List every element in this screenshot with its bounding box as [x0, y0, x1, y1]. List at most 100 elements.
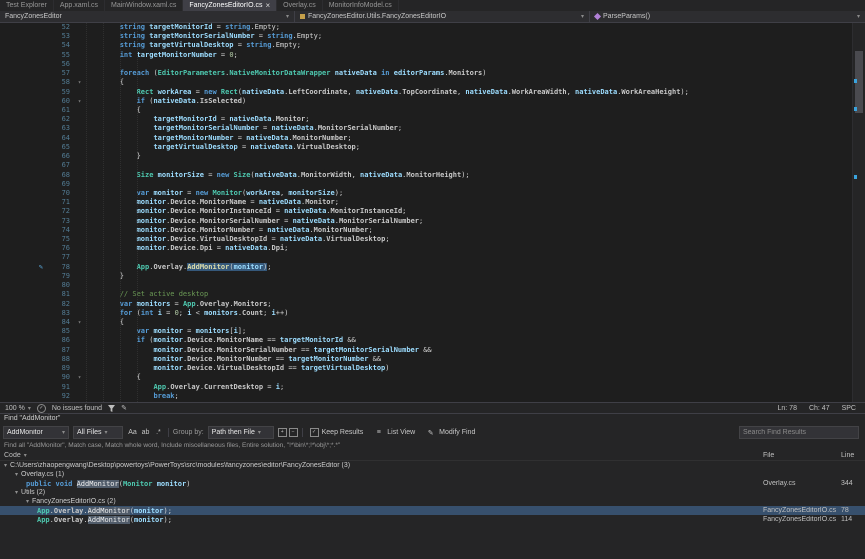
line-number[interactable]: 67 — [46, 161, 73, 170]
code-line[interactable]: targetMonitorNumber = nativeData.Monitor… — [86, 134, 865, 143]
code-line[interactable]: { — [86, 78, 865, 87]
breakpoint-margin[interactable] — [0, 272, 46, 281]
member-dropdown[interactable]: ParseParams() ▾ — [590, 11, 865, 22]
code-column-header[interactable]: Code ▾ — [0, 452, 763, 459]
code-line[interactable]: targetVirtualDesktop = nativeData.Virtua… — [86, 143, 865, 152]
line-number[interactable]: 74 — [46, 226, 73, 235]
line-number[interactable]: 81 — [46, 290, 73, 299]
fold-margin[interactable] — [73, 300, 86, 309]
code-line[interactable]: monitor.Device.VirtualDesktopId = native… — [86, 235, 865, 244]
keep-results-button[interactable]: ✓ Keep Results — [307, 428, 367, 437]
match-case-icon[interactable]: Aa — [127, 427, 138, 438]
breakpoint-margin[interactable] — [0, 346, 46, 355]
line-number[interactable]: 57 — [46, 69, 73, 78]
file-column-header[interactable]: File — [763, 452, 841, 459]
breakpoint-margin[interactable] — [0, 217, 46, 226]
breakpoint-margin[interactable]: ✎ — [0, 263, 46, 272]
line-number[interactable]: 89 — [46, 364, 73, 373]
fold-margin[interactable] — [73, 364, 86, 373]
find-result-row[interactable]: App.Overlay.AddMonitor(monitor);FancyZon… — [0, 515, 865, 524]
code-line[interactable]: { — [86, 106, 865, 115]
line-number[interactable]: 88 — [46, 355, 73, 364]
breakpoint-margin[interactable] — [0, 189, 46, 198]
breakpoint-margin[interactable] — [0, 281, 46, 290]
line-number[interactable]: 71 — [46, 198, 73, 207]
code-line[interactable]: { — [86, 373, 865, 382]
issues-status[interactable]: No issues found — [52, 405, 102, 412]
line-number[interactable]: 65 — [46, 143, 73, 152]
code-line[interactable]: } — [86, 272, 865, 281]
line-number[interactable]: 75 — [46, 235, 73, 244]
breakpoint-margin[interactable] — [0, 134, 46, 143]
code-line[interactable]: var monitor = new Monitor(workArea, moni… — [86, 189, 865, 198]
match-whole-word-icon[interactable]: ab — [140, 427, 151, 438]
line-number[interactable]: 52 — [46, 23, 73, 32]
fold-collapse-icon[interactable]: ▾ — [73, 318, 86, 327]
line-number[interactable]: 63 — [46, 124, 73, 133]
line-number[interactable]: 80 — [46, 281, 73, 290]
breakpoint-margin[interactable] — [0, 373, 46, 382]
breakpoint-margin[interactable] — [0, 327, 46, 336]
find-result-row[interactable]: ▾Overlay.cs (1) — [0, 470, 865, 479]
line-number[interactable]: 58 — [46, 78, 73, 87]
fold-margin[interactable] — [73, 134, 86, 143]
document-tab[interactable]: Test Explorer — [0, 0, 54, 11]
group-by-dropdown[interactable]: Path then File ▾ — [208, 426, 274, 439]
code-line[interactable]: string targetMonitorSerialNumber = strin… — [86, 32, 865, 41]
code-line[interactable]: monitor.Device.MonitorName = nativeData.… — [86, 198, 865, 207]
expander-icon[interactable]: ▾ — [15, 471, 18, 478]
find-query-input[interactable] — [7, 429, 59, 436]
scope-dropdown[interactable]: All Files ▾ — [73, 426, 123, 439]
breakpoint-margin[interactable] — [0, 309, 46, 318]
line-number[interactable]: 55 — [46, 51, 73, 60]
spaces-indicator[interactable]: SPC — [842, 405, 856, 412]
find-query-combo[interactable]: ▾ — [3, 426, 69, 439]
breakpoint-margin[interactable] — [0, 392, 46, 401]
fold-margin[interactable] — [73, 152, 86, 161]
code-line[interactable] — [86, 60, 865, 69]
line-number[interactable]: 84 — [46, 318, 73, 327]
fold-margin[interactable] — [73, 336, 86, 345]
fold-margin[interactable] — [73, 69, 86, 78]
find-result-row[interactable]: ▾C:\Users\zhaopengwang\Desktop\powertoys… — [0, 461, 865, 470]
fold-margin[interactable] — [73, 253, 86, 262]
fold-margin[interactable] — [73, 226, 86, 235]
breakpoint-margin[interactable] — [0, 336, 46, 345]
line-number[interactable]: 87 — [46, 346, 73, 355]
line-number[interactable]: 62 — [46, 115, 73, 124]
fold-margin[interactable] — [73, 60, 86, 69]
code-line[interactable]: App.Overlay.CurrentDesktop = i; — [86, 383, 865, 392]
fold-margin[interactable] — [73, 281, 86, 290]
use-regex-icon[interactable]: .* — [153, 427, 164, 438]
breakpoint-margin[interactable] — [0, 115, 46, 124]
breakpoint-margin[interactable] — [0, 41, 46, 50]
line-number[interactable]: 69 — [46, 180, 73, 189]
code-line[interactable]: { — [86, 318, 865, 327]
fold-margin[interactable] — [73, 88, 86, 97]
code-line[interactable] — [86, 253, 865, 262]
line-number[interactable]: 54 — [46, 41, 73, 50]
code-line[interactable]: monitor.Device.MonitorSerialNumber == ta… — [86, 346, 865, 355]
fold-collapse-icon[interactable]: ▾ — [73, 78, 86, 87]
fold-margin[interactable] — [73, 124, 86, 133]
expander-icon[interactable]: ▾ — [4, 462, 7, 469]
fold-margin[interactable] — [73, 189, 86, 198]
fold-margin[interactable] — [73, 115, 86, 124]
fold-margin[interactable] — [73, 51, 86, 60]
expander-icon[interactable]: ▾ — [26, 498, 29, 505]
fold-margin[interactable] — [73, 198, 86, 207]
breakpoint-margin[interactable] — [0, 198, 46, 207]
code-line[interactable]: int targetMonitorNumber = 0; — [86, 51, 865, 60]
code-line[interactable]: } — [86, 152, 865, 161]
list-view-button[interactable]: ≡ List View — [370, 427, 418, 438]
breakpoint-margin[interactable] — [0, 60, 46, 69]
find-result-row[interactable]: ▾Utils (2) — [0, 488, 865, 497]
filter-icon[interactable] — [108, 405, 115, 412]
code-editor[interactable]: 52 string targetMonitorId = string.Empty… — [0, 23, 865, 402]
line-number[interactable]: 79 — [46, 272, 73, 281]
document-tab[interactable]: App.xaml.cs — [54, 0, 105, 11]
breakpoint-margin[interactable] — [0, 23, 46, 32]
line-number[interactable]: 73 — [46, 217, 73, 226]
breakpoint-margin[interactable] — [0, 207, 46, 216]
breakpoint-margin[interactable] — [0, 180, 46, 189]
